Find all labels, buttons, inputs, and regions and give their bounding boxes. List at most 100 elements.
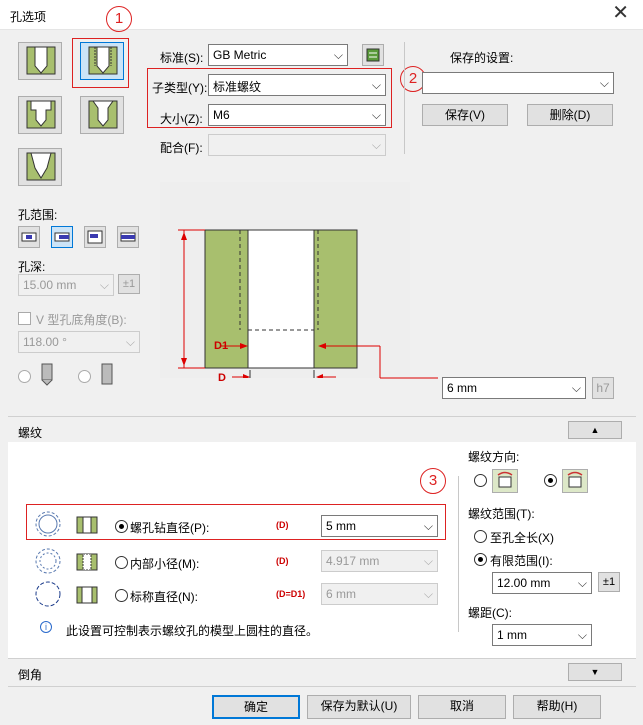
tap-drill-symbol: (D) (276, 520, 289, 530)
hole-depth-input[interactable]: 15.00 mm ⌵ (18, 274, 114, 296)
nominal-diameter-select[interactable]: 6 mm ⌵ (321, 583, 438, 605)
chevron-down-icon: ⌵ (99, 278, 109, 292)
right-thread-glyph (567, 471, 583, 488)
size-value: M6 (213, 108, 230, 122)
chevron-down-icon: ⌵ (577, 628, 587, 642)
tap-drill-radio[interactable] (115, 520, 128, 533)
extent-through-button[interactable] (51, 226, 73, 248)
hole-type-countersink-button[interactable] (80, 96, 124, 134)
thread-pitch-select[interactable]: 1 mm ⌵ (492, 624, 592, 646)
thread-range-tolerance-button[interactable]: ±1 (598, 572, 620, 592)
saved-settings-select[interactable]: ⌵ (422, 72, 614, 94)
thread-full-length-label: 至孔全长(X) (490, 531, 554, 545)
thread-pitch-value: 1 mm (497, 628, 527, 642)
divider (8, 658, 636, 659)
hole-type-counterbore-button[interactable] (18, 96, 62, 134)
chevron-down-icon: ⌵ (423, 587, 433, 601)
hole-extent-label: 孔范围: (18, 208, 58, 222)
chevron-down-icon: ⌵ (599, 76, 609, 90)
chamfer-expand-button[interactable]: ▼ (568, 663, 622, 681)
title-bar: 孔选项 ✕ (0, 0, 643, 30)
minor-diameter-symbol: (D) (276, 556, 289, 566)
thread-range-value: 12.00 mm (497, 576, 551, 590)
hole-type-drill-point-button[interactable] (18, 148, 62, 186)
thread-direction-label: 螺纹方向: (468, 450, 520, 464)
extent-distance-button[interactable] (18, 226, 40, 248)
extent-all-button[interactable] (117, 226, 139, 248)
extent-to-icon (87, 230, 103, 244)
tap-drill-diameter-select[interactable]: 5 mm ⌵ (321, 515, 438, 537)
minor-diameter-select[interactable]: 4.917 mm ⌵ (321, 550, 438, 572)
close-icon[interactable]: ✕ (612, 3, 629, 23)
info-icon: i (40, 621, 52, 633)
extent-to-button[interactable] (84, 226, 106, 248)
countersink-hole-icon (88, 100, 118, 129)
d1-label: D1 (214, 340, 229, 352)
divider (404, 42, 405, 154)
minor-diameter-value: 4.917 mm (326, 554, 380, 568)
minor-diameter-radio[interactable] (115, 556, 128, 569)
chevron-down-icon: ⌵ (333, 48, 343, 62)
thread-direction-left-radio[interactable] (474, 474, 487, 487)
divider (8, 686, 636, 687)
tap-drill-circle-icon (35, 511, 61, 537)
ok-button[interactable]: 确定 (212, 695, 300, 719)
vbottom-label: V 型孔底角度(B): (36, 313, 127, 327)
subtype-select[interactable]: 标准螺纹 ⌵ (208, 74, 386, 96)
minor-diameter-label: 内部小径(M): (130, 557, 200, 571)
thread-pitch-label: 螺距(C): (468, 606, 512, 620)
vbottom-angle-input[interactable]: 118.00 ° ⌵ (18, 331, 140, 353)
save-button[interactable]: 保存(V) (422, 104, 508, 126)
thread-full-length-radio[interactable] (474, 530, 487, 543)
nominal-diameter-radio[interactable] (115, 589, 128, 602)
subtype-value: 标准螺纹 (213, 80, 262, 94)
size-label: 大小(Z): (160, 112, 203, 126)
d-label: D (218, 372, 226, 384)
chamfer-section-title: 倒角 (18, 668, 43, 682)
annotation-marker-1: 1 (106, 6, 132, 32)
hole-depth-tolerance-button[interactable]: ±1 (118, 274, 140, 294)
thread-section-title: 螺纹 (18, 426, 43, 440)
thread-collapse-button[interactable]: ▲ (568, 421, 622, 439)
nominal-diameter-circle-icon (35, 581, 61, 607)
drill-point-angle-radio[interactable] (18, 370, 31, 383)
annotation-box-1 (72, 38, 129, 88)
nominal-diameter-value: 6 mm (326, 587, 356, 601)
help-button[interactable]: 帮助(H) (513, 695, 601, 719)
standard-settings-button[interactable] (362, 44, 384, 66)
tap-drill-diameter-value: 5 mm (326, 519, 356, 533)
size-select[interactable]: M6 ⌵ (208, 104, 386, 126)
cancel-button[interactable]: 取消 (418, 695, 506, 719)
standard-select[interactable]: GB Metric ⌵ (208, 44, 348, 66)
thread-finite-range-radio[interactable] (474, 553, 487, 566)
thread-direction-right-radio[interactable] (544, 474, 557, 487)
diagram-diameter-select[interactable]: 6 mm ⌵ (442, 377, 586, 399)
divider (8, 416, 636, 417)
fit-label: 配合(F): (160, 141, 203, 155)
nominal-diameter-label: 标称直径(N): (130, 590, 198, 604)
chevron-down-icon: ⌵ (571, 381, 581, 395)
vbottom-angle-value: 118.00 ° (23, 335, 67, 349)
left-hand-thread-icon (492, 469, 518, 493)
nominal-diameter-section-icon (76, 586, 98, 604)
chevron-down-icon: ⌵ (371, 78, 381, 92)
chevron-down-icon: ⌵ (423, 554, 433, 568)
counterbore-hole-icon (26, 100, 56, 129)
thread-range-input[interactable]: 12.00 mm ⌵ (492, 572, 592, 594)
hole-type-simple-button[interactable] (18, 42, 62, 80)
minor-diameter-section-icon (76, 553, 98, 571)
info-text: 此设置可控制表示螺纹孔的模型上圆柱的直径。 (66, 624, 319, 638)
nominal-diameter-symbol: (D=D1) (276, 589, 306, 599)
save-as-default-button[interactable]: 保存为默认(U) (307, 695, 411, 719)
fit-select[interactable]: ⌵ (208, 134, 386, 156)
vbottom-checkbox[interactable] (18, 312, 31, 325)
standard-value: GB Metric (213, 48, 267, 62)
chevron-down-icon: ⌵ (371, 108, 381, 122)
delete-button[interactable]: 删除(D) (527, 104, 613, 126)
flat-bottom-radio[interactable] (78, 370, 91, 383)
extent-through-icon (54, 232, 70, 242)
right-hand-thread-icon (562, 469, 588, 493)
tolerance-h7-button[interactable]: h7 (592, 377, 614, 399)
saved-settings-label: 保存的设置: (450, 51, 514, 65)
chevron-up-icon: ▲ (590, 425, 600, 435)
